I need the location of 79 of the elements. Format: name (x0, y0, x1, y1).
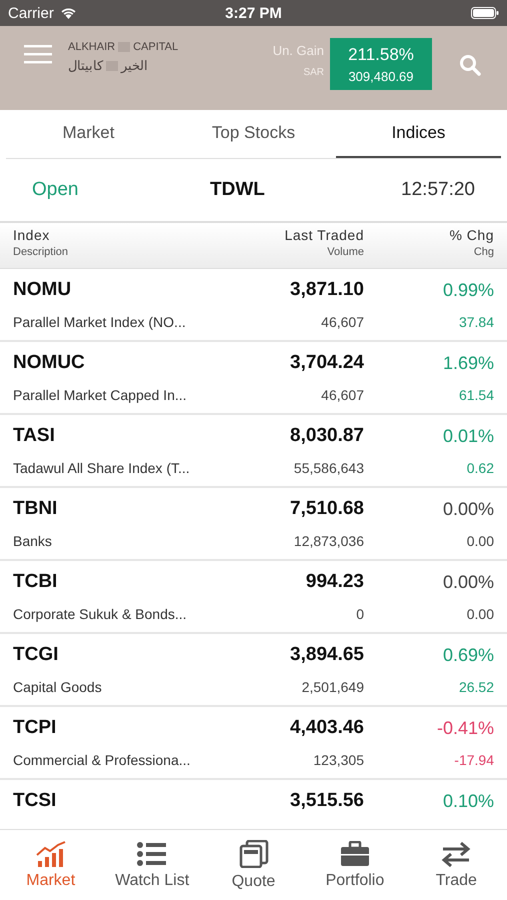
column-subtitle: Volume (327, 246, 364, 258)
index-description: Parallel Market Capped In... (13, 387, 188, 403)
tab[interactable]: Indices (336, 110, 501, 158)
wifi-icon (60, 7, 77, 19)
nav-tab[interactable]: Quote (202, 830, 304, 900)
carrier-name: Carrier (8, 4, 54, 22)
last-price: 4,403.46 (289, 717, 364, 739)
last-price: 3,894.65 (289, 644, 364, 666)
nav-tab[interactable]: Portfolio (304, 830, 406, 900)
search-icon[interactable] (459, 54, 481, 76)
gain-amount: 309,480.69 (348, 68, 414, 84)
column-subtitle: Chg (474, 246, 494, 258)
column-subtitle: Description (13, 246, 70, 258)
nav-tab[interactable]: Watch List (101, 830, 203, 900)
column-title: % Chg (449, 227, 494, 243)
percent-change: 0.00% (442, 572, 494, 592)
market-time: 12:57:20 (401, 179, 475, 201)
index-code: TCGI (13, 644, 60, 666)
percent-change: 0.10% (442, 790, 494, 812)
change: 37.84 (458, 314, 494, 330)
percent-change: 0.01% (442, 426, 494, 446)
change: 61.54 (458, 387, 494, 403)
percent-change: 0.69% (442, 644, 494, 666)
last-price: 994.23 (304, 571, 364, 593)
index-code: TASI (13, 425, 56, 447)
bar-chart-icon (36, 840, 66, 866)
nav-tab[interactable]: Trade (406, 830, 507, 900)
logo-word: ALKHAIR (68, 41, 116, 53)
logo-word: الخير (121, 58, 148, 73)
briefcase-icon (340, 840, 370, 866)
tab[interactable]: Market (6, 110, 171, 158)
index-description: Parallel Market Index (NO... (13, 314, 187, 330)
percent-change: 0.99% (442, 280, 494, 300)
stacked-cards-icon (238, 840, 269, 868)
clock-time: 3:27 PM (225, 4, 282, 22)
percent-change: -0.41% (436, 718, 494, 738)
percent-change: 0.00% (442, 498, 494, 520)
swap-arrows-icon (441, 840, 472, 866)
volume: 46,607 (320, 387, 364, 403)
index-description: Banks (13, 533, 53, 549)
menu-icon[interactable] (24, 44, 52, 64)
index-code: TCSI (13, 790, 58, 812)
volume: 55,586,643 (292, 460, 364, 476)
market-state: Open (32, 179, 80, 201)
index-code: NOMUC (13, 352, 86, 374)
list-icon (137, 840, 168, 866)
index-code: NOMU (13, 279, 72, 301)
change: 26.52 (458, 679, 494, 695)
index-code: TCPI (13, 717, 58, 739)
last-price: 8,030.87 (289, 425, 364, 447)
logo-word: كابيتال (68, 58, 103, 73)
last-price: 3,704.24 (289, 352, 364, 374)
change: 0.00 (466, 606, 494, 622)
column-title: Last Traded (284, 227, 364, 243)
index-description: Capital Goods (13, 679, 103, 695)
column-title: Index (13, 227, 51, 243)
index-code: TBNI (13, 498, 58, 520)
change: -17.94 (453, 752, 494, 768)
volume: 123,305 (312, 752, 364, 768)
volume: 2,501,649 (300, 679, 364, 695)
exchange-name: TDWL (209, 179, 266, 201)
index-code: TCBI (13, 571, 58, 593)
gain-percent: 211.58% (348, 44, 414, 64)
index-description: Commercial & Professiona... (13, 752, 192, 768)
volume: 46,607 (320, 314, 364, 330)
last-price: 3,871.10 (289, 279, 364, 301)
last-price: 3,515.56 (289, 790, 364, 812)
percent-change: 1.69% (442, 352, 494, 374)
change: 0.00 (466, 533, 494, 549)
nav-tab[interactable]: Market (0, 830, 102, 900)
volume: 12,873,036 (292, 533, 364, 549)
volume: 0 (355, 606, 364, 622)
change: 0.62 (466, 460, 494, 476)
index-description: Tadawul All Share Index (T... (13, 460, 191, 476)
tab[interactable]: Top Stocks (171, 110, 336, 158)
last-price: 7,510.68 (289, 498, 364, 520)
index-description: Corporate Sukuk & Bonds... (13, 606, 188, 622)
battery-icon (471, 7, 499, 19)
logo-word: CAPITAL (133, 41, 178, 53)
